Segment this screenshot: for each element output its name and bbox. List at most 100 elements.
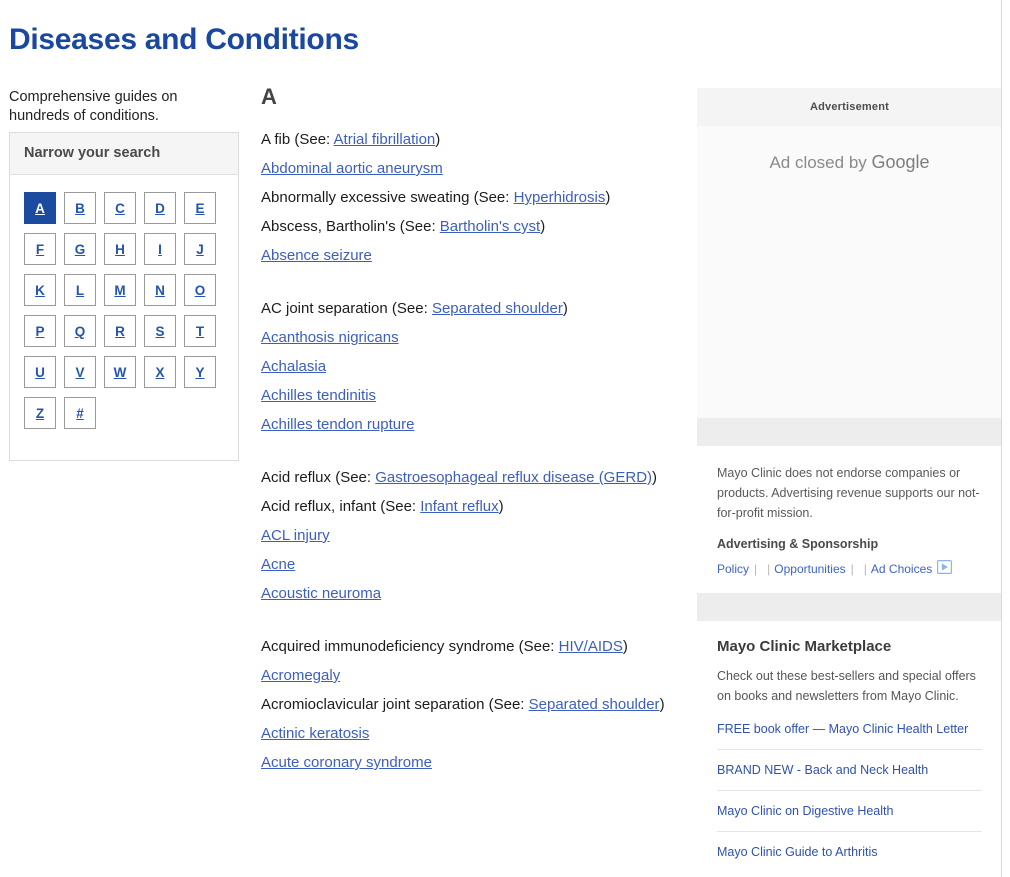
- condition-entry: Acute coronary syndrome: [261, 751, 671, 774]
- condition-link[interactable]: Acute coronary syndrome: [261, 754, 432, 771]
- alphabet-filter-w[interactable]: W: [104, 356, 136, 388]
- alphabet-filter-l[interactable]: L: [64, 274, 96, 306]
- condition-link[interactable]: Gastroesophageal reflux disease (GERD): [375, 469, 652, 486]
- marketplace-item-link[interactable]: Mayo Clinic on Digestive Health: [717, 801, 982, 832]
- alphabet-filter-t[interactable]: T: [184, 315, 216, 347]
- alphabet-filter-u[interactable]: U: [24, 356, 56, 388]
- alphabet-filter-z[interactable]: Z: [24, 397, 56, 429]
- condition-link[interactable]: Achilles tendon rupture: [261, 416, 414, 433]
- marketplace-item-link[interactable]: Mayo Clinic Guide to Arthritis: [717, 842, 982, 872]
- condition-link[interactable]: Acne: [261, 556, 295, 573]
- sidebar-intro-text: Comprehensive guides on hundreds of cond…: [9, 89, 178, 124]
- alphabet-filter-o[interactable]: O: [184, 274, 216, 306]
- condition-link[interactable]: HIV/AIDS: [559, 638, 623, 655]
- condition-text: Acid reflux, infant (See:: [261, 498, 421, 515]
- condition-group: AC joint separation (See: Separated shou…: [261, 297, 671, 436]
- adchoices-triangle-icon[interactable]: [937, 560, 953, 577]
- alphabet-filter-x[interactable]: X: [144, 356, 176, 388]
- condition-entry: Abscess, Bartholin's (See: Bartholin's c…: [261, 215, 671, 238]
- condition-entry: Acid reflux, infant (See: Infant reflux): [261, 495, 671, 518]
- condition-link[interactable]: Achilles tendinitis: [261, 387, 376, 404]
- condition-link[interactable]: Hyperhidrosis: [514, 189, 606, 206]
- condition-groups-container: A fib (See: Atrial fibrillation) Abdomina…: [261, 128, 671, 774]
- condition-entry: Acoustic neuroma: [261, 582, 671, 605]
- page-title: Diseases and Conditions: [9, 23, 359, 57]
- alphabet-filter-a[interactable]: A: [24, 192, 56, 224]
- condition-text: ): [659, 696, 665, 713]
- condition-link[interactable]: ACL injury: [261, 527, 330, 544]
- condition-text: ): [435, 131, 441, 148]
- condition-link[interactable]: Infant reflux: [420, 498, 498, 515]
- sponsorship-link-ad-choices[interactable]: Ad Choices: [871, 562, 932, 576]
- link-separator: |: [850, 561, 854, 576]
- marketplace-title: Mayo Clinic Marketplace: [717, 638, 892, 655]
- condition-entry: Achalasia: [261, 355, 671, 378]
- alphabet-filter-m[interactable]: M: [104, 274, 136, 306]
- sponsorship-links-row: Policy | | Opportunities | | Ad Choices: [717, 560, 982, 577]
- condition-text: ): [562, 300, 568, 317]
- letter-section-heading: A: [261, 84, 277, 109]
- alphabet-filter-b[interactable]: B: [64, 192, 96, 224]
- condition-entry: Achilles tendinitis: [261, 384, 671, 407]
- condition-text: Abnormally excessive sweating (See:: [261, 189, 514, 206]
- condition-link[interactable]: Absence seizure: [261, 247, 372, 264]
- condition-text: ): [605, 189, 611, 206]
- condition-link[interactable]: Atrial fibrillation: [334, 131, 436, 148]
- alphabet-filter-c[interactable]: C: [104, 192, 136, 224]
- alphabet-filter-q[interactable]: Q: [64, 315, 96, 347]
- alphabet-filter-j[interactable]: J: [184, 233, 216, 265]
- alphabet-filter-n[interactable]: N: [144, 274, 176, 306]
- condition-entry: Acid reflux (See: Gastroesophageal reflu…: [261, 466, 671, 489]
- condition-link[interactable]: Actinic keratosis: [261, 725, 369, 742]
- condition-text: Acid reflux (See:: [261, 469, 376, 486]
- alphabet-filter-v[interactable]: V: [64, 356, 96, 388]
- condition-link[interactable]: Separated shoulder: [529, 696, 660, 713]
- condition-link[interactable]: Acromegaly: [261, 667, 340, 684]
- condition-entry: AC joint separation (See: Separated shou…: [261, 297, 671, 320]
- alphabet-filter-hash[interactable]: #: [64, 397, 96, 429]
- condition-group: Acid reflux (See: Gastroesophageal reflu…: [261, 466, 671, 605]
- alphabet-filter-s[interactable]: S: [144, 315, 176, 347]
- alphabet-filter-e[interactable]: E: [184, 192, 216, 224]
- condition-link[interactable]: Acoustic neuroma: [261, 585, 381, 602]
- condition-entry: Acromioclavicular joint separation (See:…: [261, 693, 671, 716]
- condition-link[interactable]: Separated shoulder: [432, 300, 563, 317]
- link-separator: |: [767, 561, 771, 576]
- marketplace-item-link[interactable]: FREE book offer — Mayo Clinic Health Let…: [717, 719, 982, 750]
- alphabet-filter-y[interactable]: Y: [184, 356, 216, 388]
- condition-text: AC joint separation (See:: [261, 300, 432, 317]
- narrow-your-search-panel: Narrow your search ABCDE FGHIJ KLMNO PQRST U…: [9, 132, 239, 461]
- condition-entry: Absence seizure: [261, 244, 671, 267]
- alphabet-filter-f[interactable]: F: [24, 233, 56, 265]
- advertisement-label: Advertisement: [697, 88, 1002, 126]
- condition-text: ): [498, 498, 504, 515]
- condition-link[interactable]: Acanthosis nigricans: [261, 329, 399, 346]
- marketplace-items-list: FREE book offer — Mayo Clinic Health Let…: [717, 719, 982, 872]
- condition-link[interactable]: Bartholin's cyst: [440, 218, 540, 235]
- sponsorship-link-opportunities[interactable]: Opportunities: [774, 562, 845, 576]
- alphabet-filter-k[interactable]: K: [24, 274, 56, 306]
- alphabet-filter-i[interactable]: I: [144, 233, 176, 265]
- marketplace-item-link[interactable]: BRAND NEW - Back and Neck Health: [717, 760, 982, 791]
- alphabet-filter-d[interactable]: D: [144, 192, 176, 224]
- rail-spacer: [697, 593, 1002, 621]
- ad-disclaimer-card: Mayo Clinic does not endorse companies o…: [697, 446, 1002, 593]
- condition-link[interactable]: Achalasia: [261, 358, 326, 375]
- page-root: Diseases and Conditions Comprehensive gu…: [0, 0, 1010, 877]
- marketplace-card: Mayo Clinic Marketplace Check out these …: [697, 621, 1002, 877]
- condition-entry: Abdominal aortic aneurysm: [261, 157, 671, 180]
- condition-entry: Acne: [261, 553, 671, 576]
- advertising-sponsorship-title: Advertising & Sponsorship: [717, 537, 879, 551]
- condition-text: Acquired immunodeficiency syndrome (See:: [261, 638, 559, 655]
- sidebar: Comprehensive guides on hundreds of cond…: [9, 88, 239, 461]
- sponsorship-link-policy[interactable]: Policy: [717, 562, 749, 576]
- ad-closed-prefix: Ad closed by: [769, 153, 872, 172]
- link-separator: |: [863, 561, 867, 576]
- ad-closed-message: Ad closed by Google: [697, 152, 1002, 173]
- alphabet-filter-h[interactable]: H: [104, 233, 136, 265]
- alphabet-filter-p[interactable]: P: [24, 315, 56, 347]
- ad-slot[interactable]: Ad closed by Google: [697, 126, 1002, 418]
- condition-link[interactable]: Abdominal aortic aneurysm: [261, 160, 443, 177]
- alphabet-filter-r[interactable]: R: [104, 315, 136, 347]
- alphabet-filter-g[interactable]: G: [64, 233, 96, 265]
